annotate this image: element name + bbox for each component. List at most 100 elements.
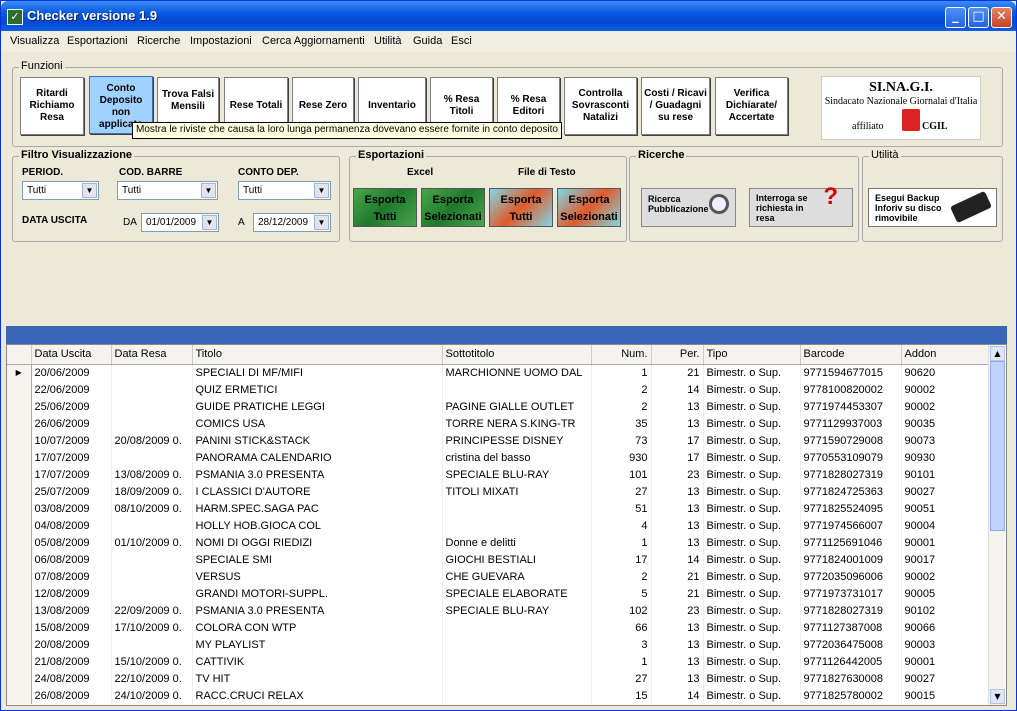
table-cell[interactable]: 9772035096006 xyxy=(800,568,902,585)
table-cell[interactable]: 9771129937003 xyxy=(800,415,902,432)
table-cell[interactable]: SPECIALI DI MF/MIFI xyxy=(192,364,443,381)
table-cell[interactable]: PSMANIA 3.0 PRESENTA xyxy=(192,466,443,483)
table-cell[interactable]: 90003 xyxy=(901,636,989,653)
table-cell[interactable]: 10/07/2009 xyxy=(31,432,112,449)
table-cell[interactable]: Bimestr. o Sup. xyxy=(703,449,801,466)
table-row[interactable]: 07/08/2009 VERSUS CHE GUEVARA 2 21 Bimestr. o… xyxy=(7,568,989,585)
table-cell[interactable] xyxy=(111,364,193,381)
chevron-down-icon[interactable]: ▼ xyxy=(202,215,217,230)
close-button[interactable]: ✕ xyxy=(991,7,1012,28)
table-cell[interactable]: 90035 xyxy=(901,415,989,432)
table-cell[interactable]: Bimestr. o Sup. xyxy=(703,466,801,483)
table-cell[interactable]: 73 xyxy=(591,432,652,449)
table-cell[interactable]: 13 xyxy=(651,653,704,670)
table-cell[interactable]: 12/08/2009 xyxy=(31,585,112,602)
table-cell[interactable] xyxy=(442,636,592,653)
table-cell[interactable]: VERSUS xyxy=(192,568,443,585)
table-cell[interactable]: 14 xyxy=(651,687,704,704)
table-cell[interactable]: 20/08/2009 xyxy=(31,636,112,653)
table-row[interactable]: 21/08/2009 15/10/2009 0. CATTIVIK 1 13 Bimest… xyxy=(7,653,989,670)
table-cell[interactable]: Donne e delitti xyxy=(442,534,592,551)
table-cell[interactable]: 17 xyxy=(651,432,704,449)
table-cell[interactable]: 90620 xyxy=(901,364,989,381)
table-cell[interactable]: 08/10/2009 0. xyxy=(111,500,193,517)
row-indicator[interactable]: ▶ xyxy=(7,364,32,381)
maximize-button[interactable]: □ xyxy=(968,7,989,28)
row-indicator[interactable] xyxy=(7,449,32,466)
table-cell[interactable]: 101 xyxy=(591,466,652,483)
table-cell[interactable]: 1 xyxy=(591,534,652,551)
table-cell[interactable]: 9771828027319 xyxy=(800,466,902,483)
table-cell[interactable]: 17 xyxy=(591,551,652,568)
row-indicator[interactable] xyxy=(7,602,32,619)
table-cell[interactable]: 9771828027319 xyxy=(800,602,902,619)
table-cell[interactable]: Bimestr. o Sup. xyxy=(703,687,801,704)
table-cell[interactable]: 90002 xyxy=(901,381,989,398)
table-cell[interactable]: SPECIALE ELABORATE xyxy=(442,585,592,602)
table-row[interactable]: ▶ 20/06/2009 SPECIALI DI MF/MIFI MARCHIONNE… xyxy=(7,364,989,381)
scroll-thumb[interactable] xyxy=(990,361,1005,531)
row-indicator[interactable] xyxy=(7,483,32,500)
row-indicator[interactable] xyxy=(7,432,32,449)
table-cell[interactable]: 13/08/2009 0. xyxy=(111,466,193,483)
column-header[interactable]: Tipo xyxy=(703,345,801,365)
scroll-down-icon[interactable]: ▼ xyxy=(990,689,1005,704)
table-cell[interactable]: Bimestr. o Sup. xyxy=(703,381,801,398)
table-cell[interactable]: 13 xyxy=(651,619,704,636)
table-cell[interactable]: 15 xyxy=(591,687,652,704)
table-cell[interactable]: 90073 xyxy=(901,432,989,449)
table-cell[interactable]: I CLASSICI D'AUTORE xyxy=(192,483,443,500)
table-cell[interactable]: Bimestr. o Sup. xyxy=(703,670,801,687)
table-cell[interactable]: 14 xyxy=(651,551,704,568)
table-cell[interactable]: 06/08/2009 xyxy=(31,551,112,568)
menu-guida[interactable]: Guida xyxy=(413,35,442,47)
chevron-down-icon[interactable]: ▼ xyxy=(201,183,216,198)
column-header[interactable]: Barcode xyxy=(800,345,902,365)
table-cell[interactable]: 25/06/2009 xyxy=(31,398,112,415)
table-row[interactable]: 17/07/2009 13/08/2009 0. PSMANIA 3.0 PRESE… xyxy=(7,466,989,483)
table-cell[interactable]: SPECIALE SMI xyxy=(192,551,443,568)
table-row[interactable]: 25/07/2009 18/09/2009 0. I CLASSICI D'AUTO… xyxy=(7,483,989,500)
table-cell[interactable]: 90001 xyxy=(901,534,989,551)
table-cell[interactable]: 9771824001009 xyxy=(800,551,902,568)
table-cell[interactable] xyxy=(111,398,193,415)
chevron-down-icon[interactable]: ▼ xyxy=(314,215,329,230)
table-cell[interactable]: TV HIT xyxy=(192,670,443,687)
table-cell[interactable]: 90027 xyxy=(901,483,989,500)
table-cell[interactable]: 13 xyxy=(651,415,704,432)
table-cell[interactable]: 23 xyxy=(651,466,704,483)
column-header[interactable]: Per. xyxy=(651,345,704,365)
table-cell[interactable]: 9770553109079 xyxy=(800,449,902,466)
table-cell[interactable]: Bimestr. o Sup. xyxy=(703,551,801,568)
table-cell[interactable]: 66 xyxy=(591,619,652,636)
table-cell[interactable]: 1 xyxy=(591,364,652,381)
table-cell[interactable]: 13 xyxy=(651,483,704,500)
table-cell[interactable]: 05/08/2009 xyxy=(31,534,112,551)
table-cell[interactable]: Bimestr. o Sup. xyxy=(703,398,801,415)
table-cell[interactable]: 90101 xyxy=(901,466,989,483)
table-cell[interactable]: 930 xyxy=(591,449,652,466)
table-row[interactable]: 26/06/2009 COMICS USA TORRE NERA S.KING-TR… xyxy=(7,415,989,432)
table-cell[interactable]: 90002 xyxy=(901,568,989,585)
app-icon[interactable]: ✓ xyxy=(7,9,23,25)
table-cell[interactable]: 90017 xyxy=(901,551,989,568)
row-indicator[interactable] xyxy=(7,500,32,517)
table-cell[interactable]: CATTIVIK xyxy=(192,653,443,670)
table-cell[interactable]: COLORA CON WTP xyxy=(192,619,443,636)
table-cell[interactable]: SPECIALE BLU-RAY xyxy=(442,466,592,483)
menu-ricerche[interactable]: Ricerche xyxy=(137,35,180,47)
table-cell[interactable]: 26/06/2009 xyxy=(31,415,112,432)
date-from-picker[interactable]: 01/01/2009 ▼ xyxy=(141,213,219,232)
table-cell[interactable]: 17/07/2009 xyxy=(31,466,112,483)
table-cell[interactable]: 21 xyxy=(651,585,704,602)
table-row[interactable]: 26/08/2009 24/10/2009 0. RACC.CRUCI RELAX 1… xyxy=(7,687,989,704)
row-indicator[interactable] xyxy=(7,670,32,687)
table-cell[interactable]: 15/08/2009 xyxy=(31,619,112,636)
table-cell[interactable]: 24/10/2009 0. xyxy=(111,687,193,704)
column-header[interactable]: Data Resa xyxy=(111,345,193,365)
row-indicator[interactable] xyxy=(7,398,32,415)
table-cell[interactable]: 17/10/2009 0. xyxy=(111,619,193,636)
table-cell[interactable]: Bimestr. o Sup. xyxy=(703,500,801,517)
table-cell[interactable] xyxy=(442,381,592,398)
table-cell[interactable]: 9771825780002 xyxy=(800,687,902,704)
